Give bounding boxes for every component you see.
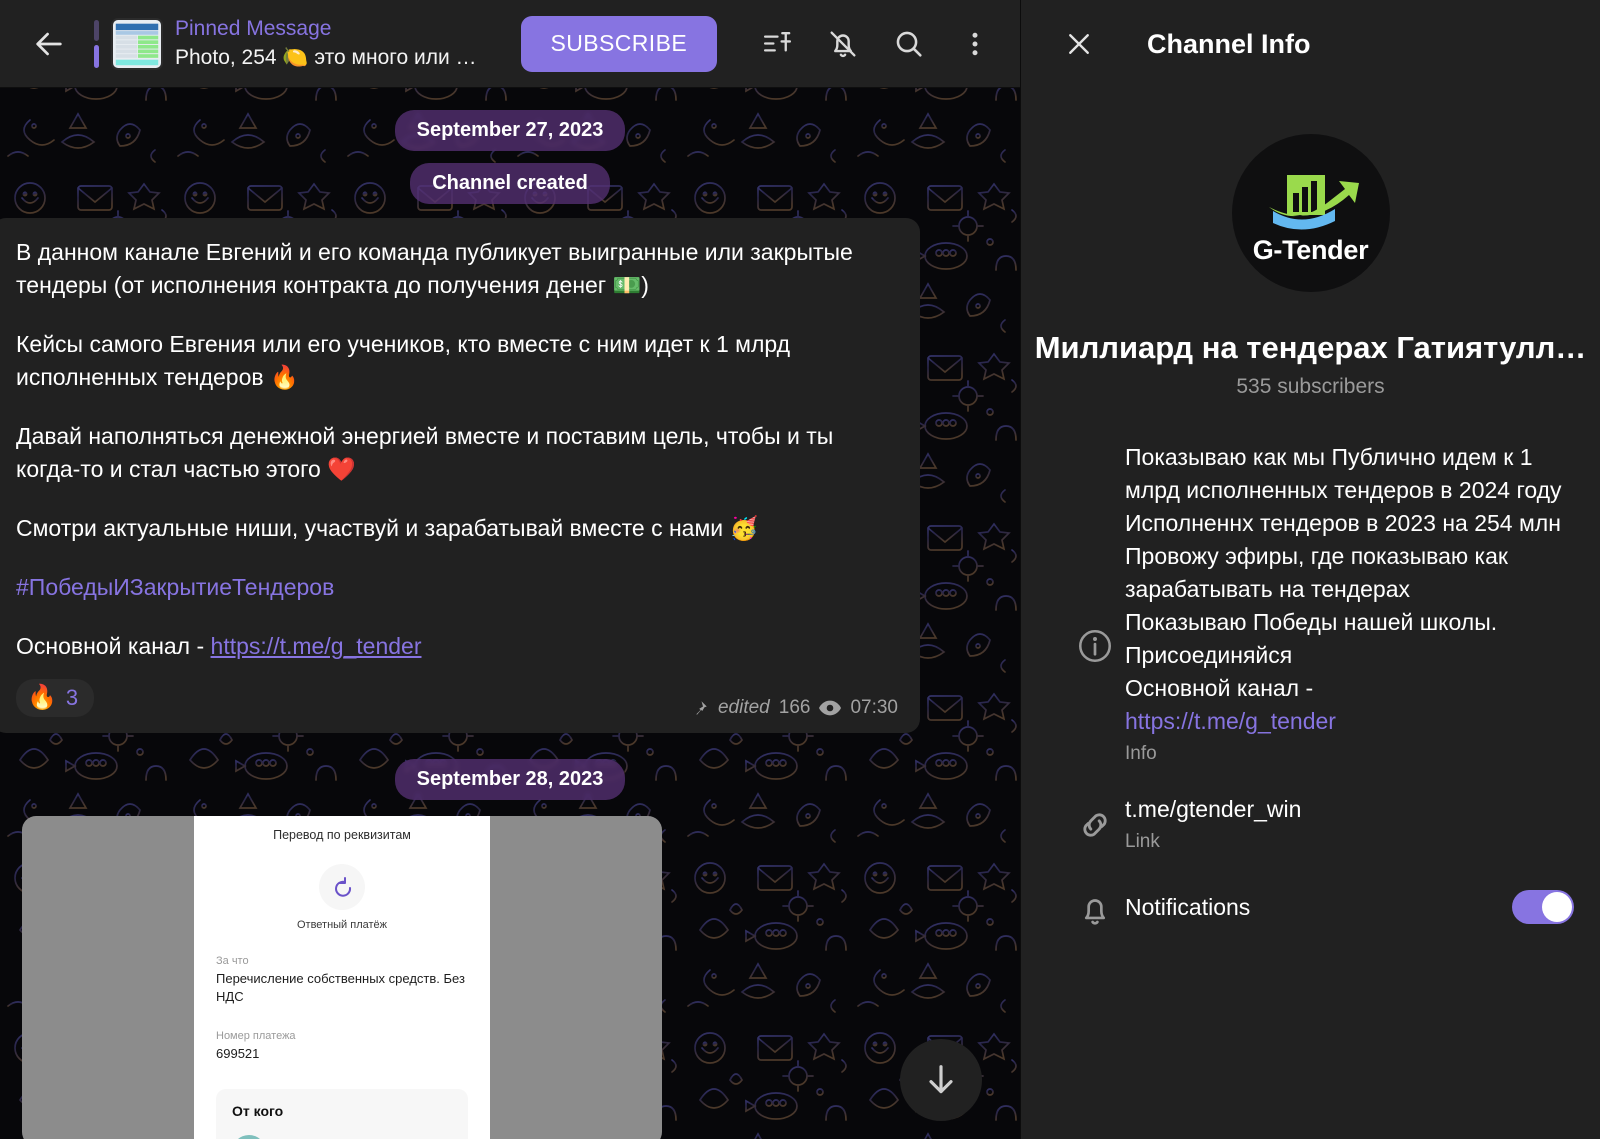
pinned-message-bar[interactable]: Pinned Message Photo, 254 🍋 это много ил… — [94, 16, 477, 71]
channel-avatar-wrapper[interactable]: G-Tender — [1021, 134, 1600, 292]
link-icon — [1083, 813, 1107, 837]
message-link[interactable]: https://t.me/g_tender — [211, 633, 422, 659]
notifications-toggle[interactable] — [1512, 890, 1574, 924]
pinned-messages-icon — [763, 32, 791, 52]
pinned-message-texts: Pinned Message Photo, 254 🍋 это много ил… — [175, 16, 477, 71]
channel-info-panel: Channel Info G-Tender Миллиард на тендер… — [1020, 0, 1600, 1139]
more-options-button[interactable] — [948, 17, 1002, 71]
payment-receipt-screenshot: Перевод по реквизитам Ответный платёж За… — [194, 816, 490, 1139]
receipt-label-number: Номер платежа — [216, 1030, 296, 1042]
chat-header: Pinned Message Photo, 254 🍋 это много ил… — [0, 0, 1020, 88]
telegram-app-window: Pinned Message Photo, 254 🍋 это много ил… — [0, 0, 1600, 1139]
date-separator-1: September 27, 2023 — [0, 110, 1020, 151]
more-vertical-icon — [972, 32, 978, 55]
close-panel-button[interactable] — [1057, 22, 1101, 66]
photo-message[interactable]: Перевод по реквизитам Ответный платёж За… — [22, 816, 662, 1139]
scroll-to-bottom-button[interactable] — [900, 1039, 982, 1121]
message-list[interactable]: September 27, 2023 Channel created В дан… — [0, 88, 1020, 1139]
link-icon-slot — [1065, 793, 1125, 845]
back-button[interactable] — [26, 21, 72, 67]
channel-description-message[interactable]: В данном канале Евгений и его команда пу… — [0, 218, 920, 733]
date-chip: September 28, 2023 — [394, 759, 626, 800]
receipt-sender-row: ФА Федулов А.С., ИП — [232, 1135, 452, 1139]
bio-body: Показываю как мы Публично идем к 1 млрд … — [1125, 441, 1574, 767]
bio-line-2: Исполненнх тендеров в 2023 на 254 млн — [1125, 510, 1561, 536]
search-button[interactable] — [882, 17, 936, 71]
date-separator-2: September 28, 2023 — [0, 759, 1020, 800]
bio-line-5: Основной канал - — [1125, 675, 1314, 701]
header-icon-group — [750, 17, 1002, 71]
chat-column: Pinned Message Photo, 254 🍋 это много ил… — [0, 0, 1020, 1139]
pinned-message-thumbnail — [111, 17, 163, 70]
views-count: 166 — [778, 697, 811, 718]
receipt-card-header: От кого — [232, 1103, 284, 1119]
date-chip: September 27, 2023 — [394, 110, 626, 151]
channel-link-value[interactable]: t.me/gtender_win — [1125, 793, 1574, 826]
info-rows: Показываю как мы Публично идем к 1 млрд … — [1021, 441, 1600, 929]
bio-sub-label: Info — [1125, 743, 1157, 764]
pinned-message-preview: Photo, 254 🍋 это много или … — [175, 46, 477, 69]
link-body: t.me/gtender_win Link — [1125, 793, 1574, 855]
receipt-caption: Ответный платёж — [296, 919, 388, 931]
receipt-value-number: 699521 — [216, 1046, 260, 1061]
reaction-chip[interactable]: 🔥 3 — [16, 679, 95, 717]
message-meta: edited 166 07:30 — [691, 697, 898, 719]
message-link-prefix: Основной канал - — [16, 633, 211, 659]
channel-title: Миллиард на тендерах Гатиятулл… — [1034, 330, 1587, 365]
message-hashtag[interactable]: #ПобедыИЗакрытиеТендеров — [16, 574, 334, 600]
arrow-left-icon — [36, 32, 62, 55]
pin-icon — [696, 701, 707, 715]
reply-arrow-icon — [335, 877, 352, 897]
search-icon — [896, 31, 922, 57]
message-paragraph-1: В данном канале Евгений и его команда пу… — [16, 239, 853, 298]
close-icon — [1069, 34, 1089, 54]
message-paragraph-4: Смотри актуальные ниши, участвуй и зараб… — [16, 515, 759, 541]
bell-icon — [1084, 899, 1106, 925]
info-panel-header: Channel Info — [1021, 0, 1600, 88]
service-message: Channel created — [410, 163, 610, 204]
receipt-sender-card: От кого ФА Федулов А.С., ИП — [216, 1089, 468, 1139]
info-row-bio[interactable]: Показываю как мы Публично идем к 1 млрд … — [1021, 441, 1600, 767]
g-tender-logo-icon — [1268, 174, 1359, 230]
pin-indicator-bars — [94, 19, 99, 68]
bell-muted-icon — [830, 30, 856, 57]
notifications-body: Notifications — [1125, 894, 1512, 921]
channel-avatar[interactable]: G-Tender — [1231, 134, 1390, 292]
reaction-count: 3 — [65, 685, 79, 710]
bio-line-1: Показываю как мы Публично идем к 1 млрд … — [1125, 444, 1562, 503]
bio-line-3: Провожу эфиры, где показываю как зарабат… — [1125, 543, 1508, 602]
receipt-value-purpose: Перечисление собственных средств. Без НД… — [216, 971, 465, 1004]
subscriber-count: 535 subscribers — [1236, 375, 1385, 398]
message-time: 07:30 — [850, 697, 898, 718]
info-row-notifications[interactable]: Notifications — [1021, 885, 1600, 929]
info-panel-title: Channel Info — [1147, 28, 1311, 59]
info-row-icon-slot — [1065, 441, 1125, 665]
pinned-message-label: Pinned Message — [175, 17, 332, 40]
link-sub-label: Link — [1125, 831, 1160, 852]
subscribe-button[interactable]: SUBSCRIBE — [520, 15, 718, 72]
pinned-messages-button[interactable] — [750, 17, 804, 71]
bio-line-4: Показываю Победы нашей школы. Присоединя… — [1125, 609, 1498, 668]
receipt-label-purpose: За что — [216, 955, 249, 967]
avatar-logo-text: G-Tender — [1252, 234, 1369, 265]
receipt-sender-avatar: ФА — [232, 1135, 266, 1139]
mute-button[interactable] — [816, 17, 870, 71]
notifications-label: Notifications — [1125, 893, 1251, 920]
receipt-return-button — [319, 864, 365, 910]
fire-emoji-icon: 🔥 — [27, 684, 57, 711]
info-circle-icon — [1079, 630, 1111, 662]
edited-label: edited — [717, 697, 770, 718]
info-row-link[interactable]: t.me/gtender_win Link — [1021, 793, 1600, 855]
service-message-row: Channel created — [0, 163, 1020, 204]
arrow-down-icon — [929, 1065, 953, 1094]
eye-icon — [819, 700, 842, 716]
receipt-title: Перевод по реквизитам — [273, 828, 411, 842]
bell-icon-slot — [1065, 885, 1125, 929]
bio-link[interactable]: https://t.me/g_tender — [1125, 705, 1574, 738]
message-paragraph-3: Давай наполняться денежной энергией вмес… — [16, 423, 834, 482]
message-paragraph-2: Кейсы самого Евгения или его учеников, к… — [16, 331, 791, 390]
